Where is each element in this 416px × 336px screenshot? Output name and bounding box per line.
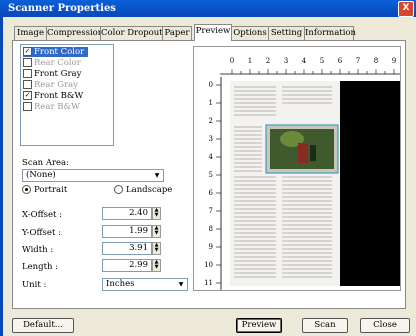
length-field[interactable]: 2.99 xyxy=(102,259,152,272)
y-offset-label: Y-Offset : xyxy=(22,228,61,238)
list-item[interactable]: Rear B&W xyxy=(23,102,80,112)
scanned-page xyxy=(230,81,340,286)
radio-icon[interactable] xyxy=(22,185,31,194)
tab-color-dropout[interactable]: Color Dropout xyxy=(100,26,163,40)
scan-area-label: Scan Area: xyxy=(22,158,69,168)
list-item[interactable]: Rear Gray xyxy=(23,80,78,90)
image-type-list[interactable]: ✓ Front Color Rear Color Front Gray Rear … xyxy=(20,44,114,146)
ruler-top-label: 2 xyxy=(266,57,270,65)
ruler-top-label: 8 xyxy=(374,57,378,65)
ruler-left-label: 7 xyxy=(209,207,213,215)
defaults-button[interactable]: Default... xyxy=(12,318,74,333)
scan-area-value: (None) xyxy=(26,170,56,180)
spin-arrows-icon[interactable]: ▲ ▼ xyxy=(152,225,161,238)
length-label: Length : xyxy=(22,262,59,272)
ruler-left-label: 8 xyxy=(209,225,213,233)
tab-setting[interactable]: Setting xyxy=(268,26,305,40)
ruler-left-label: 9 xyxy=(209,243,213,251)
close-button[interactable]: Close xyxy=(360,318,410,333)
checkbox[interactable] xyxy=(23,58,32,67)
portrait-radio[interactable]: Portrait xyxy=(22,185,67,195)
landscape-radio[interactable]: Landscape xyxy=(114,185,172,195)
unit-select[interactable]: Inches ▼ xyxy=(102,278,188,291)
left-ruler-labels: 0 1 2 3 4 5 6 7 8 9 10 11 xyxy=(204,81,213,287)
scan-area-select[interactable]: (None) ▼ xyxy=(22,169,164,182)
tab-image[interactable]: Image xyxy=(14,26,47,40)
window-title: Scanner Properties xyxy=(8,3,116,14)
tab-options[interactable]: Options xyxy=(231,26,269,40)
checkbox[interactable] xyxy=(23,80,32,89)
ruler-left-label: 4 xyxy=(209,153,214,161)
width-label: Width : xyxy=(22,245,54,255)
ruler-top-label: 7 xyxy=(356,57,360,65)
checkbox[interactable] xyxy=(23,69,32,78)
spin-arrows-icon[interactable]: ▲ ▼ xyxy=(152,207,161,220)
width-field[interactable]: 3.91 xyxy=(102,242,152,255)
y-offset-field[interactable]: 1.99 xyxy=(102,225,152,238)
x-offset-label: X-Offset : xyxy=(22,210,63,220)
ruler-left-label: 5 xyxy=(209,171,213,179)
check-icon[interactable]: ✓ xyxy=(23,47,32,56)
preview-area[interactable]: 0 1 2 3 4 5 6 7 8 9 0 1 2 3 4 5 6 7 8 9 … xyxy=(193,46,401,291)
ruler-left-label: 10 xyxy=(204,261,213,269)
ruler-top-label: 0 xyxy=(230,57,234,65)
left-ruler-ticks xyxy=(216,84,221,284)
x-offset-field[interactable]: 2.40 xyxy=(102,207,152,220)
radio-icon[interactable] xyxy=(114,185,123,194)
scan-bed-black xyxy=(340,81,400,286)
list-item[interactable]: ✓ Front B&W xyxy=(23,91,83,101)
ruler-left-label: 2 xyxy=(209,117,213,125)
unit-label: Unit : xyxy=(22,280,47,290)
ruler-left-label: 0 xyxy=(209,81,213,89)
ruler-left-label: 3 xyxy=(209,135,213,143)
check-icon[interactable]: ✓ xyxy=(23,91,32,100)
ruler-top-label: 1 xyxy=(248,57,252,65)
list-item[interactable]: ✓ Front Color xyxy=(23,47,89,57)
spin-arrows-icon[interactable]: ▲ ▼ xyxy=(152,259,161,272)
list-item[interactable]: Rear Color xyxy=(23,58,81,68)
ruler-top-label: 3 xyxy=(284,57,288,65)
title-bar: Scanner Properties X xyxy=(0,0,416,17)
unit-value: Inches xyxy=(106,279,135,289)
ruler-left-label: 1 xyxy=(209,99,213,107)
preview-button[interactable]: Preview xyxy=(236,318,282,333)
tab-paper[interactable]: Paper xyxy=(162,26,192,40)
ruler-top-label: 9 xyxy=(392,57,396,65)
ruler-top-label: 5 xyxy=(320,57,324,65)
tab-compression[interactable]: Compression xyxy=(46,26,103,40)
spin-arrows-icon[interactable]: ▲ ▼ xyxy=(152,242,161,255)
checkbox[interactable] xyxy=(23,102,32,111)
list-item[interactable]: Front Gray xyxy=(23,69,81,79)
scan-button[interactable]: Scan xyxy=(302,318,348,333)
chevron-down-icon[interactable]: ▼ xyxy=(176,280,186,289)
tab-preview[interactable]: Preview xyxy=(194,24,232,41)
ruler-top-label: 6 xyxy=(338,57,343,65)
chevron-down-icon[interactable]: ▼ xyxy=(152,171,162,180)
tab-information[interactable]: Information xyxy=(304,26,356,40)
ruler-top-label: 4 xyxy=(302,57,307,65)
close-icon[interactable]: X xyxy=(398,1,414,17)
preview-canvas: 0 1 2 3 4 5 6 7 8 9 0 1 2 3 4 5 6 7 8 9 … xyxy=(194,47,400,290)
window-border xyxy=(0,17,3,336)
ruler-left-label: 11 xyxy=(204,279,213,287)
ruler-left-label: 6 xyxy=(209,189,214,197)
